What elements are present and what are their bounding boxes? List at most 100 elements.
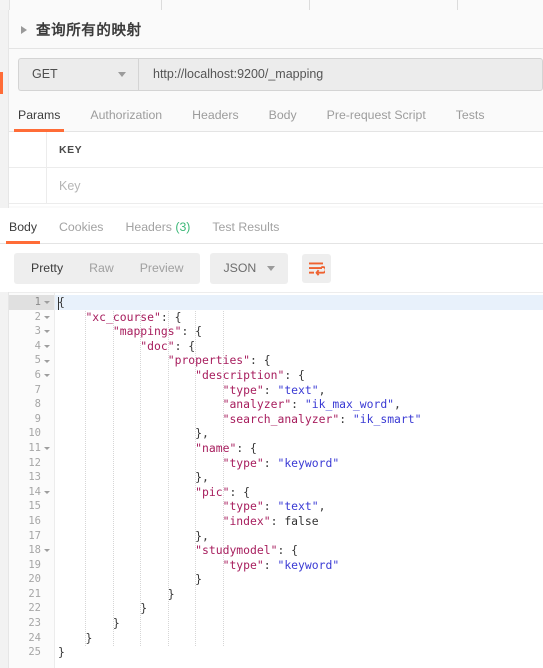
triangle-right-icon[interactable]	[21, 25, 27, 34]
response-tab-body[interactable]: Body	[5, 220, 41, 244]
word-wrap-button[interactable]	[302, 253, 332, 283]
gutter-line: 13	[9, 470, 54, 485]
code-fold-toggle-icon[interactable]	[44, 447, 50, 451]
tab-strip-rail	[0, 0, 10, 10]
response-tab-cookies[interactable]: Cookies	[59, 220, 103, 243]
line-number: 12	[28, 456, 41, 469]
code-line: "name": {	[55, 441, 543, 456]
gutter-line: 23	[9, 616, 54, 631]
response-format-label: JSON	[223, 261, 257, 275]
code-token: "properties"	[167, 353, 251, 368]
code-line: "type": "keyword"	[55, 456, 543, 471]
code-token: }	[85, 630, 93, 645]
request-tab-headers[interactable]: Headers	[192, 108, 238, 131]
line-number: 24	[28, 631, 41, 644]
http-method-select[interactable]: GET	[18, 57, 138, 91]
request-tab-pre-request-script[interactable]: Pre-request Script	[327, 108, 426, 131]
line-number: 19	[28, 558, 41, 571]
gutter-line: 12	[9, 456, 54, 471]
line-number: 13	[28, 471, 41, 484]
code-token: "text"	[277, 499, 319, 514]
response-section-tabs: Body Cookies Headers (3) Test Results	[0, 208, 543, 244]
code-line: }	[55, 572, 543, 587]
code-line: "description": {	[55, 368, 543, 383]
request-tab-slot[interactable]	[162, 0, 310, 10]
request-section-tabs: Params Authorization Headers Body Pre-reques…	[9, 98, 543, 132]
line-number: 16	[28, 514, 41, 527]
url-input[interactable]: http://localhost:9200/_mapping	[138, 57, 543, 91]
code-line: "mappings": {	[55, 324, 543, 339]
code-token: {	[58, 295, 65, 309]
code-token: "text"	[277, 382, 319, 397]
postman-window: 查询所有的映射 GET http://localhost:9200/_mappi…	[0, 0, 543, 668]
line-number: 18	[28, 544, 41, 557]
line-number: 7	[34, 383, 41, 396]
code-fold-toggle-icon[interactable]	[44, 549, 50, 553]
line-number: 5	[34, 354, 41, 367]
code-line: {	[55, 295, 543, 310]
code-fold-toggle-icon[interactable]	[44, 315, 50, 319]
response-tab-test-results[interactable]: Test Results	[212, 220, 279, 243]
code-token: "studymodel"	[195, 543, 278, 558]
gutter-line: 7	[9, 383, 54, 398]
line-number: 4	[34, 339, 41, 352]
gutter-line: 1	[9, 295, 54, 310]
request-title: 查询所有的映射	[36, 23, 142, 39]
request-tab-tests[interactable]: Tests	[456, 108, 485, 131]
response-format-select[interactable]: JSON	[210, 252, 289, 284]
code-line: "analyzer": "ik_max_word",	[55, 397, 543, 412]
code-line: "type": "text",	[55, 499, 543, 514]
code-token: ,	[318, 382, 326, 397]
response-tab-count: (3)	[171, 220, 191, 234]
response-body-editor[interactable]: 1 2 3 4 5 6 7 8 9 10 11 12 13 14 15 16 17 18 19 20 21 22 23 24 2…	[9, 292, 543, 668]
line-number: 21	[28, 587, 41, 600]
code-token: "type"	[222, 455, 264, 470]
response-tab-headers[interactable]: Headers (3)	[125, 220, 190, 243]
view-mode-raw[interactable]: Raw	[76, 253, 127, 284]
params-header-row: KEY	[9, 132, 543, 168]
request-title-bar[interactable]: 查询所有的映射	[9, 11, 543, 49]
code-token: : {	[284, 367, 305, 382]
gutter-line: 16	[9, 514, 54, 529]
code-fold-toggle-icon[interactable]	[44, 345, 50, 349]
editor-code-area[interactable]: { "xc_course": { "mappings": { "doc": { …	[55, 293, 543, 668]
gutter-line: 4	[9, 339, 54, 354]
code-fold-toggle-icon[interactable]	[44, 374, 50, 378]
code-token: },	[195, 528, 209, 543]
response-tab-label: Headers	[125, 220, 172, 234]
code-token: "index"	[222, 513, 271, 528]
code-fold-toggle-icon[interactable]	[44, 491, 50, 495]
view-mode-preview[interactable]: Preview	[127, 253, 197, 284]
request-tab-label: Params	[18, 108, 61, 122]
gutter-line: 11	[9, 441, 54, 456]
code-line: "doc": {	[55, 339, 543, 354]
code-line: }	[55, 616, 543, 631]
request-tab-slot[interactable]	[458, 0, 543, 10]
request-tab-slot[interactable]	[10, 0, 162, 10]
code-token: :	[291, 397, 305, 412]
params-key-input-cell[interactable]: Key	[47, 168, 543, 203]
code-token: "keyword"	[277, 557, 340, 572]
view-mode-pretty[interactable]: Pretty	[18, 253, 76, 284]
line-number: 25	[28, 646, 41, 659]
gutter-line: 3	[9, 324, 54, 339]
params-row-checkbox-cell[interactable]	[9, 168, 47, 203]
code-token: :	[263, 499, 278, 514]
code-line: "pic": {	[55, 485, 543, 500]
code-fold-toggle-icon[interactable]	[44, 330, 50, 334]
params-select-all-cell[interactable]	[9, 132, 47, 167]
url-value: http://localhost:9200/_mapping	[153, 67, 324, 81]
request-tab-label: Headers	[192, 108, 239, 122]
code-fold-toggle-icon[interactable]	[44, 301, 50, 305]
request-tab-authorization[interactable]: Authorization	[90, 108, 162, 131]
params-key-header-cell: KEY	[47, 132, 543, 167]
gutter-line: 15	[9, 499, 54, 514]
gutter-line: 18	[9, 543, 54, 558]
code-fold-toggle-icon[interactable]	[44, 359, 50, 363]
request-tab-params[interactable]: Params	[13, 108, 65, 132]
request-tab-slot[interactable]	[310, 0, 458, 10]
code-token: "description"	[195, 367, 285, 382]
code-token: : {	[181, 324, 203, 339]
word-wrap-icon	[309, 262, 326, 276]
request-tab-body[interactable]: Body	[269, 108, 297, 131]
